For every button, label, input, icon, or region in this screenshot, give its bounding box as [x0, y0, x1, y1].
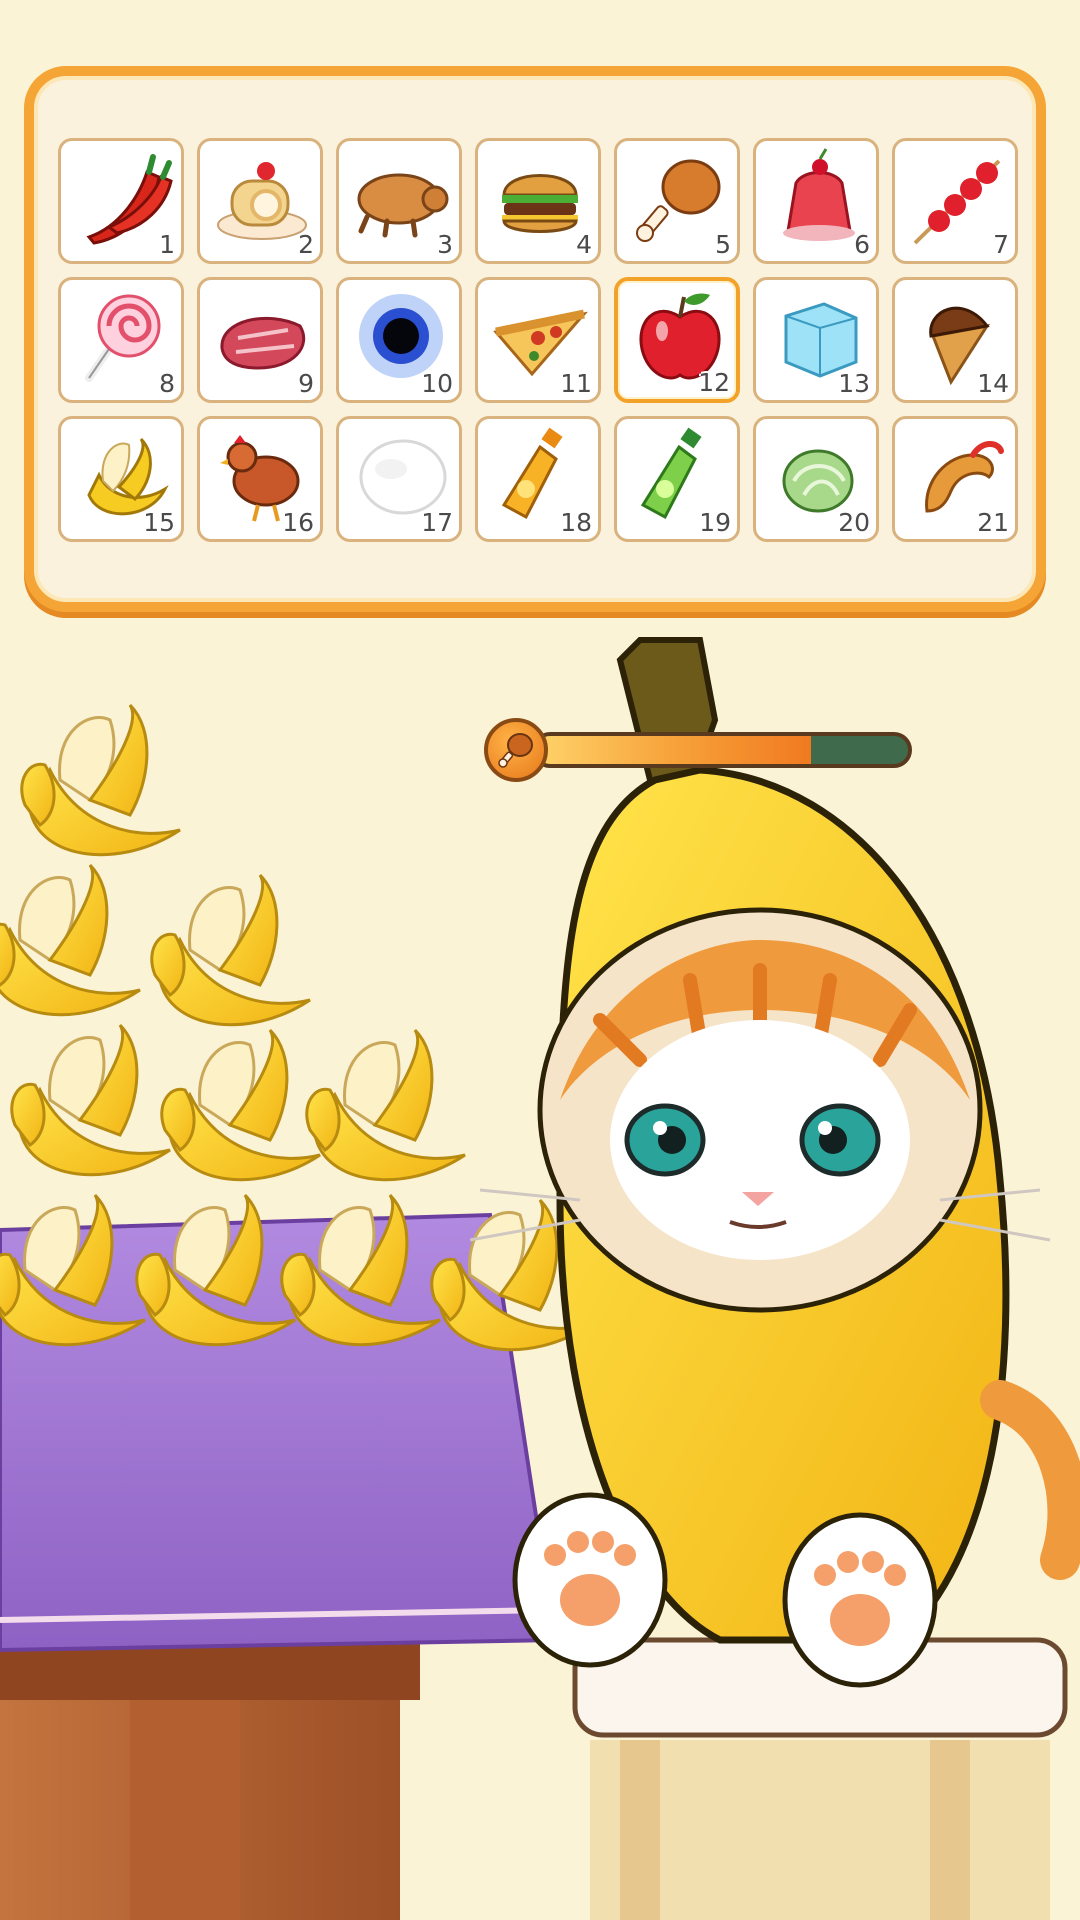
hunger-progress-bar	[484, 718, 914, 782]
food-slot-number: 12	[698, 368, 730, 397]
food-slot-6[interactable]: 6	[753, 138, 879, 264]
food-slot-number: 9	[298, 369, 314, 398]
food-slot-number: 14	[977, 369, 1009, 398]
food-grid: 1 2 3 4 5 6 7 8 9 10 11 12 13 14 15 16 17 18 19 20 21	[58, 138, 1018, 542]
food-slot-11[interactable]: 11	[475, 277, 601, 403]
food-slot-14[interactable]: 14	[892, 277, 1018, 403]
food-slot-number: 4	[576, 230, 592, 259]
food-slot-17[interactable]: 17	[336, 416, 462, 542]
food-slot-number: 11	[560, 369, 592, 398]
food-slot-7[interactable]: 7	[892, 138, 1018, 264]
hunger-bar-track	[532, 732, 912, 768]
stool	[572, 1637, 1068, 1920]
food-slot-number: 19	[699, 508, 731, 537]
food-slot-number: 21	[977, 508, 1009, 537]
food-slot-number: 10	[421, 369, 453, 398]
food-slot-number: 16	[282, 508, 314, 537]
food-slot-number: 13	[838, 369, 870, 398]
food-selection-panel: 1 2 3 4 5 6 7 8 9 10 11 12 13 14 15 16 17 18 19 20 21	[24, 66, 1046, 612]
food-slot-number: 8	[159, 369, 175, 398]
food-slot-5[interactable]: 5	[614, 138, 740, 264]
drumstick-icon	[484, 718, 548, 782]
banana-cat-icon	[469, 637, 1080, 1688]
food-slot-19[interactable]: 19	[614, 416, 740, 542]
food-slot-3[interactable]: 3	[336, 138, 462, 264]
hunger-bar-fill	[536, 736, 812, 764]
food-slot-number: 2	[298, 230, 314, 259]
food-slot-number: 5	[715, 230, 731, 259]
food-slot-13[interactable]: 13	[753, 277, 879, 403]
food-slot-12[interactable]: 12	[614, 277, 740, 403]
food-slot-18[interactable]: 18	[475, 416, 601, 542]
food-slot-16[interactable]: 16	[197, 416, 323, 542]
food-slot-number: 1	[159, 230, 175, 259]
food-slot-number: 20	[838, 508, 870, 537]
food-slot-10[interactable]: 10	[336, 277, 462, 403]
food-slot-8[interactable]: 8	[58, 277, 184, 403]
food-slot-4[interactable]: 4	[475, 138, 601, 264]
food-slot-1[interactable]: 1	[58, 138, 184, 264]
food-slot-15[interactable]: 15	[58, 416, 184, 542]
food-slot-number: 15	[143, 508, 175, 537]
food-slot-2[interactable]: 2	[197, 138, 323, 264]
food-slot-number: 6	[854, 230, 870, 259]
food-slot-21[interactable]: 21	[892, 416, 1018, 542]
food-slot-number: 17	[421, 508, 453, 537]
food-slot-number: 7	[993, 230, 1009, 259]
food-slot-number: 3	[437, 230, 453, 259]
food-slot-number: 18	[560, 508, 592, 537]
food-slot-9[interactable]: 9	[197, 277, 323, 403]
food-slot-20[interactable]: 20	[753, 416, 879, 542]
